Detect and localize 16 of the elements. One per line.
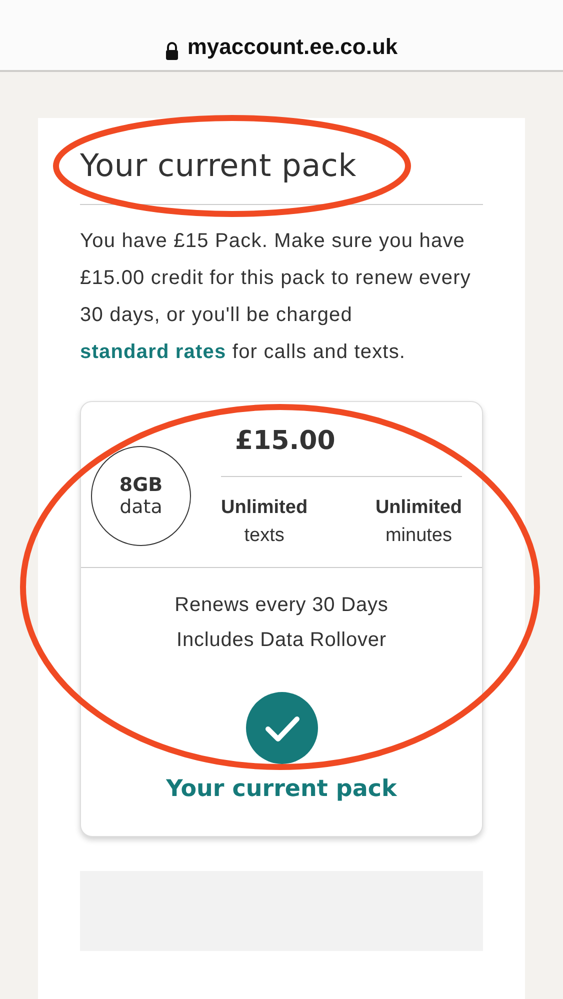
allowance-label: texts bbox=[244, 525, 284, 547]
check-icon bbox=[246, 692, 318, 764]
data-unit: data bbox=[120, 496, 162, 518]
pack-note: Renews every 30 Days bbox=[174, 594, 388, 617]
standard-rates-link[interactable]: standard rates bbox=[80, 341, 226, 363]
address-bar-url[interactable]: myaccount.ee.co.uk bbox=[187, 34, 398, 60]
allowance-value: Unlimited bbox=[375, 497, 462, 519]
data-amount: 8GB bbox=[119, 474, 163, 496]
pack-price: £15.00 bbox=[221, 426, 462, 477]
lock-icon bbox=[165, 42, 180, 60]
pack-note: Includes Data Rollover bbox=[176, 629, 386, 652]
section-title: Your current pack bbox=[80, 148, 483, 205]
current-pack-status: Your current pack bbox=[165, 776, 398, 802]
intro-paragraph: You have £15 Pack. Make sure you have £15.00 credit for this pack to renew every 30 days, or you'll be charged standard rates for calls and texts. bbox=[80, 229, 472, 365]
allowance-label: minutes bbox=[385, 525, 452, 547]
allowance-value: Unlimited bbox=[221, 497, 308, 519]
